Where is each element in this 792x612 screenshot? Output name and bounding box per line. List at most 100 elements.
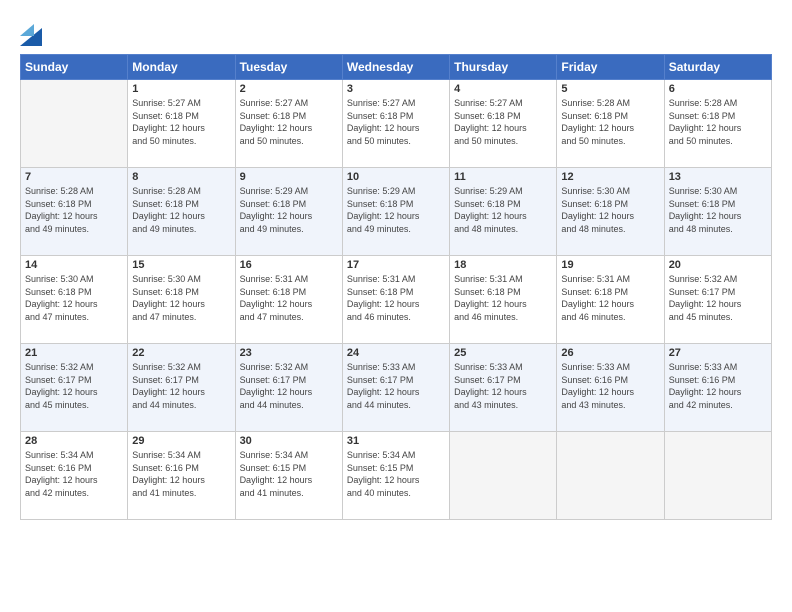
day-number: 2 [240, 83, 338, 95]
weekday-header: Thursday [450, 55, 557, 80]
calendar-week-row: 21 Sunrise: 5:32 AM Sunset: 6:17 PM Dayli… [21, 344, 772, 432]
calendar-cell: 18 Sunrise: 5:31 AM Sunset: 6:18 PM Dayli… [450, 256, 557, 344]
day-info: Sunrise: 5:32 AM Sunset: 6:17 PM Dayligh… [132, 361, 230, 411]
calendar-cell: 23 Sunrise: 5:32 AM Sunset: 6:17 PM Dayli… [235, 344, 342, 432]
day-number: 20 [669, 259, 767, 271]
calendar-cell: 22 Sunrise: 5:32 AM Sunset: 6:17 PM Dayli… [128, 344, 235, 432]
day-number: 6 [669, 83, 767, 95]
calendar-cell: 19Sunrise: 5:31 AM Sunset: 6:18 PM Dayli… [557, 256, 664, 344]
calendar-week-row: 28 Sunrise: 5:34 AM Sunset: 6:16 PM Dayli… [21, 432, 772, 520]
calendar-cell: 6 Sunrise: 5:28 AM Sunset: 6:18 PM Daylig… [664, 80, 771, 168]
day-info: Sunrise: 5:34 AM Sunset: 6:16 PM Dayligh… [25, 449, 123, 499]
day-info: Sunrise: 5:28 AM Sunset: 6:18 PM Dayligh… [132, 185, 230, 235]
day-number: 4 [454, 83, 552, 95]
day-info: Sunrise: 5:28 AM Sunset: 6:18 PM Dayligh… [561, 97, 659, 147]
calendar-cell: 10 Sunrise: 5:29 AM Sunset: 6:18 PM Dayli… [342, 168, 449, 256]
day-info: Sunrise: 5:33 AM Sunset: 6:16 PM Dayligh… [669, 361, 767, 411]
day-number: 23 [240, 347, 338, 359]
day-number: 10 [347, 171, 445, 183]
day-info: Sunrise: 5:32 AM Sunset: 6:17 PM Dayligh… [669, 273, 767, 323]
weekday-header: Sunday [21, 55, 128, 80]
day-number: 22 [132, 347, 230, 359]
day-number: 26 [561, 347, 659, 359]
day-info: Sunrise: 5:30 AM Sunset: 6:18 PM Dayligh… [25, 273, 123, 323]
calendar-cell: 1 Sunrise: 5:27 AM Sunset: 6:18 PM Daylig… [128, 80, 235, 168]
day-number: 21 [25, 347, 123, 359]
calendar-cell [557, 432, 664, 520]
day-number: 19 [561, 259, 659, 271]
day-number: 18 [454, 259, 552, 271]
day-number: 14 [25, 259, 123, 271]
day-info: Sunrise: 5:33 AM Sunset: 6:17 PM Dayligh… [347, 361, 445, 411]
day-info: Sunrise: 5:29 AM Sunset: 6:18 PM Dayligh… [240, 185, 338, 235]
calendar-cell: 4 Sunrise: 5:27 AM Sunset: 6:18 PM Daylig… [450, 80, 557, 168]
day-number: 15 [132, 259, 230, 271]
page: SundayMondayTuesdayWednesdayThursdayFrid… [0, 0, 792, 612]
calendar-cell: 3Sunrise: 5:27 AM Sunset: 6:18 PM Daylig… [342, 80, 449, 168]
day-number: 31 [347, 435, 445, 447]
header [20, 18, 772, 46]
calendar-cell: 21Sunrise: 5:32 AM Sunset: 6:17 PM Dayli… [21, 344, 128, 432]
calendar-cell: 9Sunrise: 5:29 AM Sunset: 6:18 PM Daylig… [235, 168, 342, 256]
day-info: Sunrise: 5:27 AM Sunset: 6:18 PM Dayligh… [132, 97, 230, 147]
calendar-cell: 29Sunrise: 5:34 AM Sunset: 6:16 PM Dayli… [128, 432, 235, 520]
day-info: Sunrise: 5:31 AM Sunset: 6:18 PM Dayligh… [454, 273, 552, 323]
day-number: 3 [347, 83, 445, 95]
day-info: Sunrise: 5:30 AM Sunset: 6:18 PM Dayligh… [669, 185, 767, 235]
day-info: Sunrise: 5:29 AM Sunset: 6:18 PM Dayligh… [454, 185, 552, 235]
day-number: 17 [347, 259, 445, 271]
day-info: Sunrise: 5:34 AM Sunset: 6:15 PM Dayligh… [240, 449, 338, 499]
calendar-cell: 27 Sunrise: 5:33 AM Sunset: 6:16 PM Dayli… [664, 344, 771, 432]
day-info: Sunrise: 5:27 AM Sunset: 6:18 PM Dayligh… [240, 97, 338, 147]
calendar-cell [450, 432, 557, 520]
day-info: Sunrise: 5:32 AM Sunset: 6:17 PM Dayligh… [240, 361, 338, 411]
day-number: 5 [561, 83, 659, 95]
day-number: 12 [561, 171, 659, 183]
day-number: 29 [132, 435, 230, 447]
calendar-cell: 20 Sunrise: 5:32 AM Sunset: 6:17 PM Dayli… [664, 256, 771, 344]
day-number: 27 [669, 347, 767, 359]
calendar-cell: 7 Sunrise: 5:28 AM Sunset: 6:18 PM Daylig… [21, 168, 128, 256]
calendar-cell: 12 Sunrise: 5:30 AM Sunset: 6:18 PM Dayli… [557, 168, 664, 256]
day-info: Sunrise: 5:33 AM Sunset: 6:16 PM Dayligh… [561, 361, 659, 411]
calendar-cell: 30Sunrise: 5:34 AM Sunset: 6:15 PM Dayli… [235, 432, 342, 520]
calendar-week-row: 1 Sunrise: 5:27 AM Sunset: 6:18 PM Daylig… [21, 80, 772, 168]
day-number: 13 [669, 171, 767, 183]
day-info: Sunrise: 5:33 AM Sunset: 6:17 PM Dayligh… [454, 361, 552, 411]
calendar-cell: 16Sunrise: 5:31 AM Sunset: 6:18 PM Dayli… [235, 256, 342, 344]
calendar-cell: 26 Sunrise: 5:33 AM Sunset: 6:16 PM Dayli… [557, 344, 664, 432]
calendar-week-row: 14 Sunrise: 5:30 AM Sunset: 6:18 PM Dayli… [21, 256, 772, 344]
day-info: Sunrise: 5:27 AM Sunset: 6:18 PM Dayligh… [454, 97, 552, 147]
calendar: SundayMondayTuesdayWednesdayThursdayFrid… [20, 54, 772, 520]
day-number: 28 [25, 435, 123, 447]
weekday-header: Wednesday [342, 55, 449, 80]
day-info: Sunrise: 5:31 AM Sunset: 6:18 PM Dayligh… [347, 273, 445, 323]
day-number: 11 [454, 171, 552, 183]
calendar-cell: 2 Sunrise: 5:27 AM Sunset: 6:18 PM Daylig… [235, 80, 342, 168]
day-info: Sunrise: 5:28 AM Sunset: 6:18 PM Dayligh… [669, 97, 767, 147]
weekday-header: Monday [128, 55, 235, 80]
day-number: 25 [454, 347, 552, 359]
calendar-cell: 25 Sunrise: 5:33 AM Sunset: 6:17 PM Dayli… [450, 344, 557, 432]
day-info: Sunrise: 5:28 AM Sunset: 6:18 PM Dayligh… [25, 185, 123, 235]
day-number: 7 [25, 171, 123, 183]
day-info: Sunrise: 5:29 AM Sunset: 6:18 PM Dayligh… [347, 185, 445, 235]
day-info: Sunrise: 5:34 AM Sunset: 6:15 PM Dayligh… [347, 449, 445, 499]
day-info: Sunrise: 5:30 AM Sunset: 6:18 PM Dayligh… [561, 185, 659, 235]
calendar-cell: 5 Sunrise: 5:28 AM Sunset: 6:18 PM Daylig… [557, 80, 664, 168]
calendar-cell: 17 Sunrise: 5:31 AM Sunset: 6:18 PM Dayli… [342, 256, 449, 344]
calendar-cell [664, 432, 771, 520]
weekday-header: Saturday [664, 55, 771, 80]
calendar-week-row: 7 Sunrise: 5:28 AM Sunset: 6:18 PM Daylig… [21, 168, 772, 256]
day-number: 1 [132, 83, 230, 95]
calendar-cell: 24 Sunrise: 5:33 AM Sunset: 6:17 PM Dayli… [342, 344, 449, 432]
calendar-cell: 31 Sunrise: 5:34 AM Sunset: 6:15 PM Dayli… [342, 432, 449, 520]
day-info: Sunrise: 5:30 AM Sunset: 6:18 PM Dayligh… [132, 273, 230, 323]
calendar-cell: 14 Sunrise: 5:30 AM Sunset: 6:18 PM Dayli… [21, 256, 128, 344]
day-number: 24 [347, 347, 445, 359]
calendar-cell: 13 Sunrise: 5:30 AM Sunset: 6:18 PM Dayli… [664, 168, 771, 256]
day-number: 8 [132, 171, 230, 183]
calendar-cell: 8 Sunrise: 5:28 AM Sunset: 6:18 PM Daylig… [128, 168, 235, 256]
calendar-cell: 11 Sunrise: 5:29 AM Sunset: 6:18 PM Dayli… [450, 168, 557, 256]
calendar-header: SundayMondayTuesdayWednesdayThursdayFrid… [21, 55, 772, 80]
